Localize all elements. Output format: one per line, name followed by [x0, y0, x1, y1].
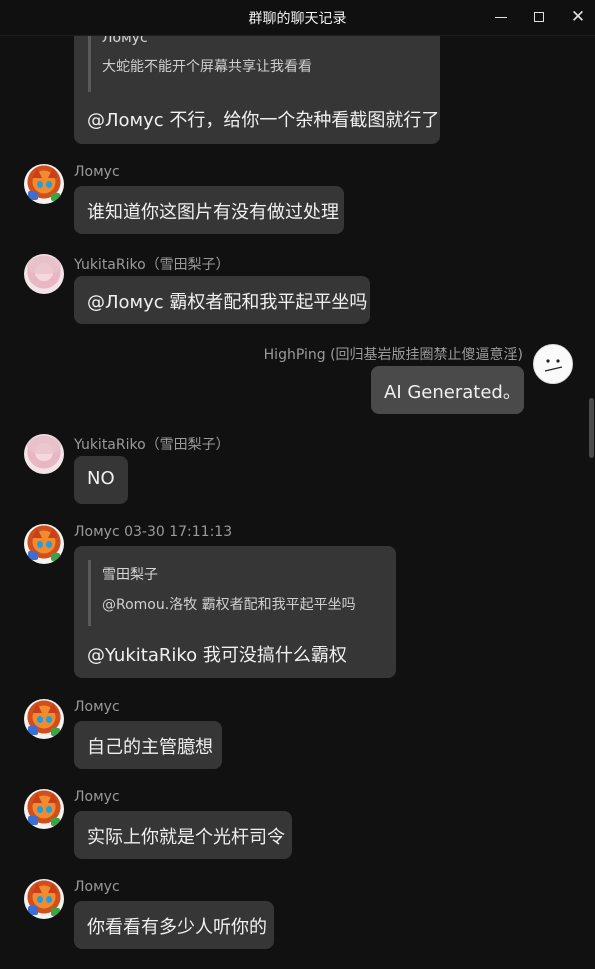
message-text: 实际上你就是个光杆司令	[87, 827, 285, 848]
avatar[interactable]	[24, 699, 64, 739]
avatar[interactable]	[24, 164, 64, 204]
message-text: 你看看有多少人听你的	[87, 917, 267, 938]
avatar[interactable]	[24, 434, 64, 474]
scrollbar-thumb[interactable]	[589, 398, 594, 458]
message-text: AI Generated。	[384, 382, 521, 403]
quote-block: 雪田梨子 @Romou.洛牧 霸权者配和我平起平坐吗	[88, 560, 384, 626]
avatar[interactable]	[533, 344, 573, 384]
quote-sender: 雪田梨子	[102, 567, 158, 583]
message-text: 谁知道你这图片有没有做过处理	[87, 202, 339, 223]
face-icon	[544, 359, 563, 372]
quote-sender: Ломус	[102, 36, 148, 46]
close-button[interactable]: ✕	[565, 5, 591, 29]
message-bubble[interactable]: AI Generated。	[371, 366, 524, 414]
avatar[interactable]	[24, 789, 64, 829]
message-bubble[interactable]: 谁知道你这图片有没有做过处理	[74, 186, 344, 234]
sender-name: Ломус	[74, 699, 120, 715]
message-text: NO	[87, 468, 115, 489]
sender-name: YukitaRiko（雪田梨子）	[74, 437, 230, 453]
quote-text: 大蛇能不能开个屏幕共享让我看看	[102, 59, 312, 75]
message-bubble[interactable]: 雪田梨子 @Romou.洛牧 霸权者配和我平起平坐吗 @YukitaRiko 我…	[74, 546, 396, 678]
message-bubble[interactable]: 自己的主管臆想	[74, 721, 222, 769]
maximize-icon	[534, 12, 544, 22]
sender-name: Ломус 03-30 17:11:13	[74, 524, 233, 540]
sender-name: Ломус	[74, 789, 120, 805]
maximize-button[interactable]	[526, 5, 552, 29]
message-bubble[interactable]: Ломус 大蛇能不能开个屏幕共享让我看看 @Ломус 不行，给你一个杂种看截…	[74, 36, 440, 144]
window-title: 群聊的聊天记录	[248, 10, 347, 27]
sender-name: HighPing (回归基岩版挂圈禁止傻逼意淫)	[263, 347, 523, 363]
message-bubble[interactable]: 你看看有多少人听你的	[74, 901, 274, 949]
avatar[interactable]	[24, 524, 64, 564]
sender-name: Ломус	[74, 164, 120, 180]
avatar[interactable]	[24, 879, 64, 919]
close-icon: ✕	[570, 6, 586, 27]
sender-name: YukitaRiko（雪田梨子）	[74, 257, 230, 273]
chat-history[interactable]: Ломус 大蛇能不能开个屏幕共享让我看看 @Ломус 不行，给你一个杂种看截…	[0, 36, 595, 969]
message-text: @Ломус 霸权者配和我平起平坐吗	[87, 292, 368, 313]
quote-block: Ломус 大蛇能不能开个屏幕共享让我看看	[88, 36, 418, 92]
message-bubble[interactable]: @Ломус 霸权者配和我平起平坐吗	[74, 276, 370, 324]
message-bubble[interactable]: NO	[74, 456, 128, 504]
minimize-icon	[495, 16, 507, 18]
message-bubble[interactable]: 实际上你就是个光杆司令	[74, 811, 292, 859]
message-text: 自己的主管臆想	[87, 737, 213, 758]
message-text: @Ломус 不行，给你一个杂种看截图就行了	[87, 110, 440, 131]
avatar[interactable]	[24, 254, 64, 294]
message-text: @YukitaRiko 我可没搞什么霸权	[87, 645, 347, 666]
minimize-button[interactable]	[488, 5, 514, 29]
quote-text: @Romou.洛牧 霸权者配和我平起平坐吗	[102, 597, 356, 613]
title-bar: 群聊的聊天记录 ✕	[0, 0, 595, 36]
sender-name: Ломус	[74, 879, 120, 895]
